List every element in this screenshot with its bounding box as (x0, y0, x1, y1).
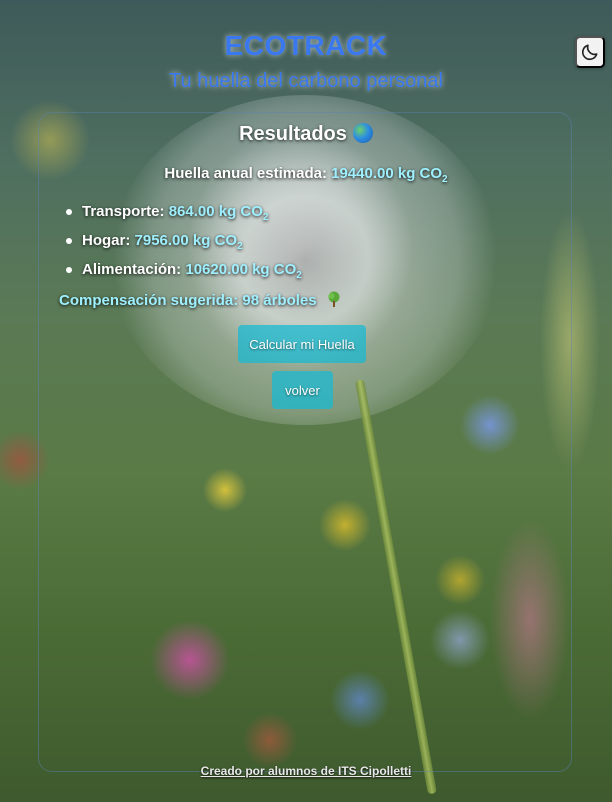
breakdown-value-food: 10620.00 kg CO2 (185, 261, 302, 281)
annual-label: Huella anual estimada: (164, 165, 327, 182)
breakdown-label-home: Hogar: (82, 232, 131, 249)
breakdown-list: Transporte: 864.00 kg CO2 Hogar: 7956.00… (66, 203, 302, 290)
breakdown-value-transport: 864.00 kg CO2 (168, 203, 269, 223)
page-subtitle: Tu huella del carbono personal (169, 70, 443, 92)
back-button[interactable]: volver (272, 371, 333, 409)
moon-icon (581, 44, 598, 61)
breakdown-value-home: 7956.00 kg CO2 (134, 232, 243, 252)
brand-title: ECOTRACK (224, 30, 388, 61)
results-title: Resultados (39, 123, 573, 146)
offset-text: Compensación sugerida: 98 árboles (59, 292, 317, 309)
calculate-footprint-button[interactable]: Calcular mi Huella (238, 325, 366, 363)
footer-credit[interactable]: Creado por alumnos de ITS Cipolletti (0, 764, 612, 778)
globe-icon (352, 123, 373, 143)
theme-toggle-button[interactable] (575, 36, 605, 68)
list-item: Alimentación: 10620.00 kg CO2 (66, 261, 302, 281)
page-header: ECOTRACK Tu huella del carbono personal (0, 30, 612, 93)
results-card: Resultados Huella anual estimada: 19440.… (38, 112, 572, 772)
annual-footprint: Huella anual estimada: 19440.00 kg CO2 (39, 165, 573, 185)
list-item: Transporte: 864.00 kg CO2 (66, 203, 302, 223)
annual-value: 19440.00 kg CO2 (331, 165, 448, 185)
tree-icon (328, 291, 340, 307)
offset-suggestion: Compensación sugerida: 98 árboles (59, 291, 341, 309)
list-item: Hogar: 7956.00 kg CO2 (66, 232, 302, 252)
breakdown-label-food: Alimentación: (82, 261, 182, 278)
breakdown-label-transport: Transporte: (82, 203, 165, 220)
footer-credit-link[interactable]: Creado por alumnos de ITS Cipolletti (201, 764, 412, 778)
